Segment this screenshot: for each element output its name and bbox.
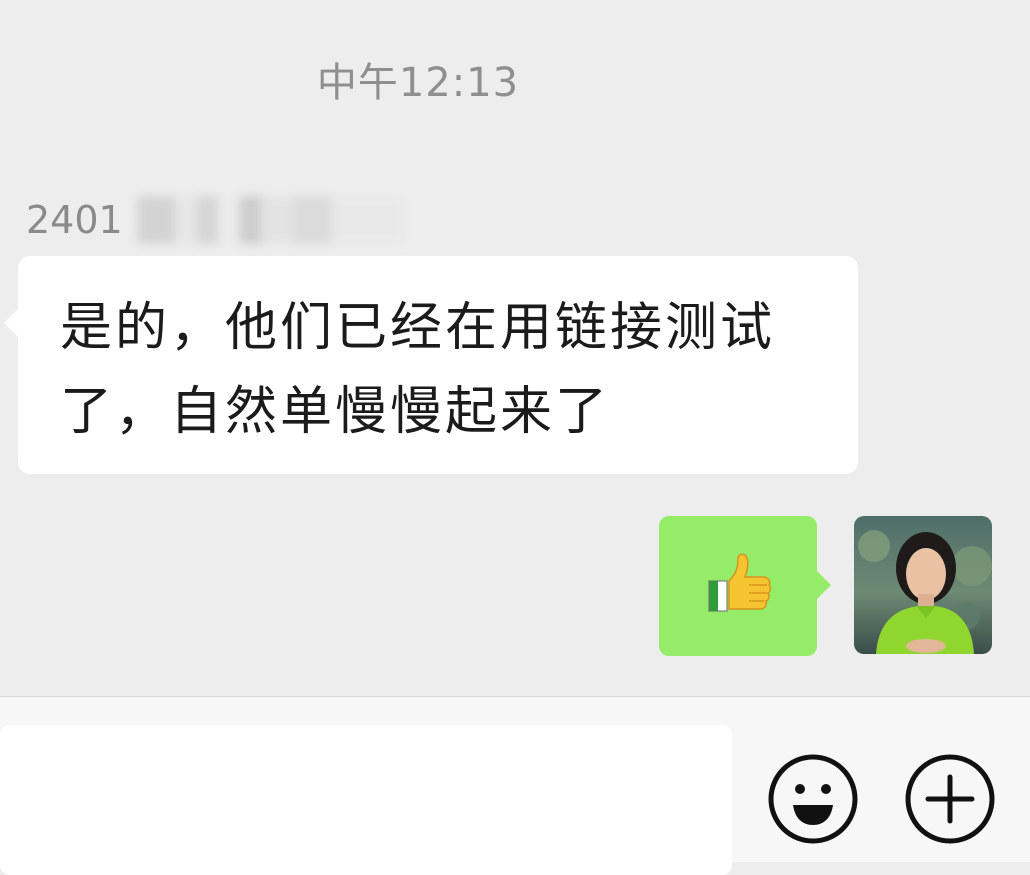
avatar-photo xyxy=(854,516,992,654)
bubble-tail xyxy=(816,570,831,600)
message-input-bar xyxy=(0,696,1030,875)
bubble-tail xyxy=(4,308,19,338)
message-input[interactable] xyxy=(0,725,732,875)
smiley-face-icon[interactable] xyxy=(767,753,859,845)
message-timestamp: 中午12:13 xyxy=(316,60,520,106)
chat-message-area[interactable]: 中午12:13 2401 是的，他们已经在用链接测试了，自然单慢慢起来了 xyxy=(0,0,1030,696)
sender-name: 2401 xyxy=(26,198,123,242)
incoming-message-bubble[interactable]: 是的，他们已经在用链接测试了，自然单慢慢起来了 xyxy=(4,256,858,474)
user-avatar[interactable] xyxy=(854,516,992,654)
plus-circle-icon[interactable] xyxy=(904,753,996,845)
sender-name-redacted xyxy=(136,196,407,244)
sender-name-row: 2401 xyxy=(26,192,407,248)
outgoing-message-bubble[interactable] xyxy=(659,516,831,656)
incoming-message-text: 是的，他们已经在用链接测试了，自然单慢慢起来了 xyxy=(60,298,776,442)
thumbs-up-emoji-icon xyxy=(708,553,772,612)
